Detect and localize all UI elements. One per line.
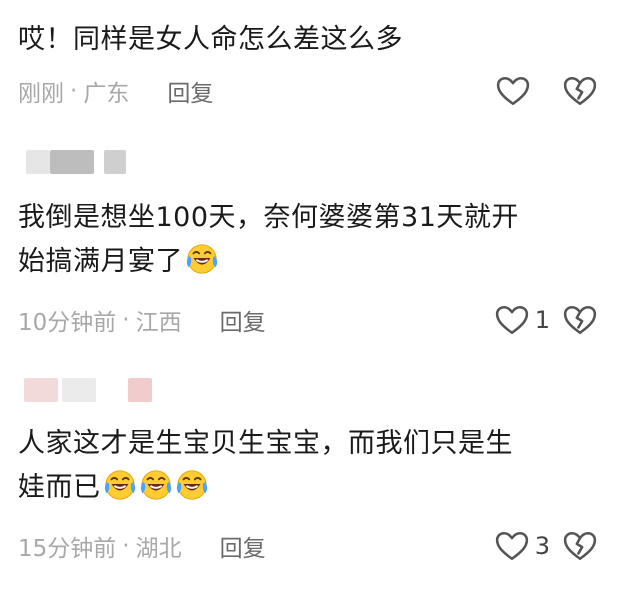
comment-item-2: 我倒是想坐100天，奈何婆婆第31天就开 始搞满月宴了 10分钟前 · 江西 回… <box>0 150 640 350</box>
comment-actions: 1 <box>440 300 640 340</box>
comment-meta: 15分钟前 · 湖北 回复 <box>18 529 266 563</box>
heart-outline-icon <box>495 304 529 336</box>
comment-text-line: 我倒是想坐100天，奈何婆婆第31天就开 <box>18 202 519 233</box>
reply-button[interactable]: 回复 <box>220 529 266 563</box>
laughing-crying-emoji-icon <box>103 468 137 502</box>
comment-text: 哎！同样是女人命怎么差这么多 <box>18 24 403 55</box>
like-button[interactable]: 3 <box>495 526 550 566</box>
comment-text-line: 始搞满月宴了 <box>18 246 183 277</box>
comment-text-line: 人家这才是生宝贝生宝宝，而我们只是生 <box>18 428 513 459</box>
comment-text-line-with-emoji: 始搞满月宴了 <box>18 240 608 284</box>
comment-time: 10分钟前 <box>18 310 117 336</box>
avatar-username-blurred <box>18 378 168 402</box>
comment-text: 我倒是想坐100天，奈何婆婆第31天就开 始搞满月宴了 <box>18 196 608 284</box>
reply-button[interactable]: 回复 <box>220 303 266 337</box>
comment-time: 刚刚 <box>18 81 64 107</box>
heart-outline-icon <box>496 75 530 107</box>
dislike-button[interactable] <box>560 526 600 566</box>
like-button[interactable]: 1 <box>495 300 550 340</box>
reply-button[interactable]: 回复 <box>167 74 213 108</box>
comment-meta: 10分钟前 · 江西 回复 <box>18 303 266 337</box>
like-count: 3 <box>534 532 550 560</box>
heart-outline-icon <box>495 530 529 562</box>
comment-location: 湖北 <box>135 536 182 562</box>
comment-item-3: 人家这才是生宝贝生宝宝，而我们只是生 娃而已 15分钟前 · 湖北 回复 3 <box>0 378 640 588</box>
comment-location: 广东 <box>83 81 130 107</box>
comment-meta: 刚刚 · 广东 回复 <box>18 74 213 108</box>
dislike-button[interactable] <box>560 300 600 340</box>
comment-text-line: 娃而已 <box>18 472 101 503</box>
laughing-crying-emoji-icon <box>139 468 173 502</box>
comment-text-line-with-emoji: 娃而已 <box>18 466 608 510</box>
comment-time: 15分钟前 <box>18 536 117 562</box>
comment-location: 江西 <box>135 310 182 336</box>
like-count: 1 <box>534 306 550 334</box>
meta-separator: · <box>70 78 78 104</box>
broken-heart-outline-icon <box>563 530 597 562</box>
comment-text: 人家这才是生宝贝生宝宝，而我们只是生 娃而已 <box>18 422 608 510</box>
meta-separator: · <box>122 533 130 559</box>
comment-actions <box>440 71 640 111</box>
comment-actions: 3 <box>440 526 640 566</box>
like-button[interactable] <box>496 71 550 111</box>
comment-item-1: 哎！同样是女人命怎么差这么多 刚刚 · 广东 回复 <box>0 0 640 130</box>
broken-heart-outline-icon <box>563 304 597 336</box>
laughing-crying-emoji-icon <box>185 242 219 276</box>
broken-heart-outline-icon <box>563 75 597 107</box>
meta-separator: · <box>122 307 130 333</box>
dislike-button[interactable] <box>560 71 600 111</box>
avatar-username-blurred <box>18 150 168 174</box>
laughing-crying-emoji-icon <box>175 468 209 502</box>
